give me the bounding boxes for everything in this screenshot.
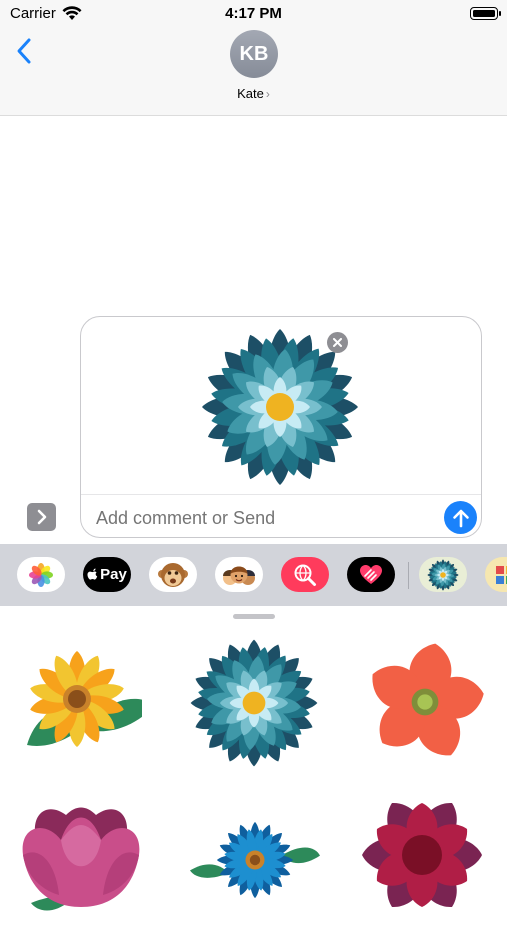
message-input[interactable] xyxy=(96,507,436,529)
globe-search-icon xyxy=(294,564,316,586)
chevron-right-icon xyxy=(37,509,46,525)
contact-name: Kate xyxy=(237,86,264,101)
sticker-crimson-flower[interactable] xyxy=(357,790,487,920)
battery-icon xyxy=(470,7,501,20)
monkey-icon xyxy=(158,562,188,587)
expand-apps-button[interactable] xyxy=(27,503,56,531)
app-memoji-button[interactable] xyxy=(215,557,263,592)
sticker-teal-dahlia[interactable] xyxy=(189,638,319,768)
flower-app-icon xyxy=(427,558,459,591)
apple-logo-icon xyxy=(87,568,98,580)
send-button[interactable] xyxy=(444,501,477,534)
back-button[interactable] xyxy=(14,36,36,66)
strip-separator xyxy=(408,562,409,589)
dahlia-center xyxy=(266,393,294,421)
dahlia-center xyxy=(242,691,266,715)
remove-attachment-button[interactable] xyxy=(327,332,348,353)
close-icon xyxy=(333,338,342,347)
avatar-initials: KB xyxy=(239,42,269,65)
drawer-grabber[interactable] xyxy=(233,614,275,619)
memoji-icon xyxy=(223,566,255,585)
app-images-button[interactable] xyxy=(281,557,329,592)
app-photos-button[interactable] xyxy=(17,557,65,592)
apple-pay-label: Pay xyxy=(100,566,127,583)
dahlia-center xyxy=(440,571,446,578)
chevron-right-icon: › xyxy=(265,87,270,101)
photos-icon xyxy=(29,562,53,587)
app-apple-pay-button[interactable]: Pay xyxy=(83,557,131,592)
compose-divider xyxy=(81,494,481,495)
app-digital-touch-button[interactable] xyxy=(347,557,395,592)
sticker-red-poppy[interactable] xyxy=(360,637,490,767)
arrow-up-icon xyxy=(452,509,469,527)
sticker-blue-daisy[interactable] xyxy=(190,795,320,925)
contact-avatar[interactable]: KB xyxy=(230,30,278,78)
app-animoji-button[interactable] xyxy=(149,557,197,592)
contact-name-button[interactable]: Kate › xyxy=(0,86,507,101)
clock: 4:17 PM xyxy=(225,5,282,22)
app-flower-stickers-button[interactable] xyxy=(419,557,467,592)
sticker-orange-daisy[interactable] xyxy=(12,640,142,770)
sticker-pink-tulip[interactable] xyxy=(16,790,146,920)
blocks-icon xyxy=(496,565,507,584)
heart-touch-icon xyxy=(360,564,382,584)
